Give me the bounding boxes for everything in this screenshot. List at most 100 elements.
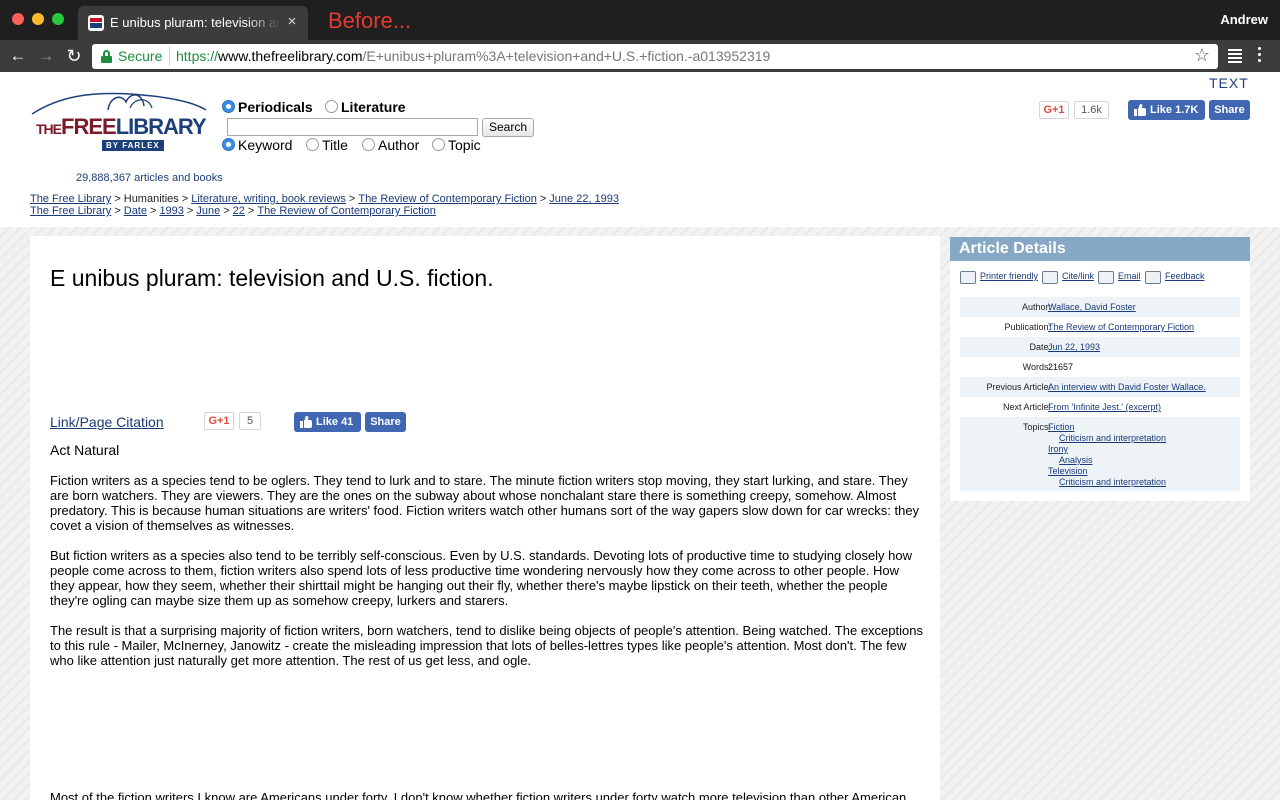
annotation-label: Before... bbox=[328, 8, 412, 33]
next-article-label: Next Article: bbox=[1002, 402, 1051, 412]
scope-literature-radio[interactable] bbox=[325, 100, 338, 113]
breadcrumb-link[interactable]: The Free Library bbox=[30, 193, 111, 205]
text-size-toggle[interactable]: TEXT bbox=[1209, 75, 1249, 91]
article-details-heading: Article Details bbox=[950, 237, 1250, 261]
breadcrumb-link[interactable]: Date bbox=[124, 205, 147, 217]
breadcrumb-link[interactable]: June bbox=[196, 205, 220, 217]
feedback-icon[interactable] bbox=[1145, 271, 1161, 284]
scope-periodicals-radio[interactable] bbox=[222, 100, 235, 113]
facebook-like-button[interactable]: Like 1.7K bbox=[1128, 100, 1205, 120]
scope-periodicals-label[interactable]: Periodicals bbox=[238, 99, 313, 115]
subtopic-link[interactable]: Criticism and interpretation bbox=[1059, 477, 1166, 487]
logo-wordmark: THEFREELIBRARY bbox=[36, 114, 207, 139]
url-protocol: https:// bbox=[176, 48, 219, 64]
date-link[interactable]: Jun 22, 1993 bbox=[1048, 342, 1100, 352]
browser-tab-bar: E unibus pluram: television and U.S. fic… bbox=[0, 0, 1280, 40]
bookmark-star-icon[interactable]: ☆ bbox=[1194, 45, 1210, 66]
citation-link[interactable]: Link/Page Citation bbox=[50, 414, 164, 430]
breadcrumb: The Free Library > Humanities > Literature, … bbox=[30, 193, 620, 205]
words-label: Words: bbox=[1022, 362, 1051, 372]
browser-tab[interactable]: E unibus pluram: television and U.S. fic… bbox=[78, 6, 308, 40]
field-title-radio[interactable] bbox=[306, 138, 319, 151]
url-path: /E+unibus+pluram%3A+television+and+U.S.+… bbox=[362, 48, 771, 64]
facebook-share-button[interactable]: Share bbox=[1209, 100, 1250, 120]
address-bar[interactable]: Secure https://www.thefreelibrary.com/E+… bbox=[92, 44, 1218, 69]
field-keyword-label[interactable]: Keyword bbox=[238, 137, 292, 153]
field-keyword-radio[interactable] bbox=[222, 138, 235, 151]
site-logo[interactable]: THEFREELIBRARY BY FARLEX 29,888,367 arti… bbox=[30, 88, 223, 184]
search-input[interactable] bbox=[227, 118, 478, 136]
printer-icon[interactable] bbox=[960, 271, 976, 284]
section-heading: Act Natural bbox=[50, 442, 120, 458]
browser-toolbar: ← → ↻ Secure https://www.thefreelibrary.… bbox=[0, 40, 1280, 72]
detail-row-previous: Previous Article: An interview with Davi… bbox=[960, 377, 1240, 397]
breadcrumb-link[interactable]: 1993 bbox=[159, 205, 183, 217]
publication-label: Publication: bbox=[1004, 322, 1051, 332]
topic-link[interactable]: Television bbox=[1048, 466, 1088, 476]
author-link[interactable]: Wallace, David Foster bbox=[1048, 302, 1136, 312]
email-icon[interactable] bbox=[1098, 271, 1114, 284]
url-divider bbox=[169, 47, 170, 66]
detail-row-next: Next Article: From 'Infinite Jest.' (exc… bbox=[960, 397, 1240, 417]
article-paragraph: But fiction writers as a species also te… bbox=[50, 548, 913, 608]
google-plus-button[interactable]: G+1 bbox=[204, 412, 234, 430]
tab-title: E unibus pluram: television and U.S. fic… bbox=[110, 15, 280, 30]
printer-friendly-link[interactable]: Printer friendly bbox=[980, 271, 1038, 281]
url-host: www.thefreelibrary.com bbox=[218, 48, 363, 64]
breadcrumb-link[interactable]: The Review of Contemporary Fiction bbox=[257, 205, 436, 217]
previous-article-link[interactable]: An interview with David Foster Wallace. bbox=[1048, 382, 1206, 392]
window-minimize-button[interactable] bbox=[32, 13, 44, 25]
url-text[interactable]: https://www.thefreelibrary.com/E+unibus+… bbox=[176, 48, 770, 64]
search-form: Periodicals Literature Search Keyword Ti… bbox=[222, 98, 552, 158]
field-topic-label[interactable]: Topic bbox=[448, 137, 481, 153]
topic-link[interactable]: Fiction bbox=[1048, 422, 1075, 432]
forward-arrow-icon[interactable]: → bbox=[34, 44, 58, 68]
web-page: THEFREELIBRARY BY FARLEX 29,888,367 arti… bbox=[0, 72, 1280, 800]
field-author-radio[interactable] bbox=[362, 138, 375, 151]
field-author-label[interactable]: Author bbox=[378, 137, 419, 153]
next-article-link[interactable]: From 'Infinite Jest.' (excerpt) bbox=[1048, 402, 1161, 412]
topic-link[interactable]: Irony bbox=[1048, 444, 1068, 454]
previous-article-label: Previous Article: bbox=[986, 382, 1051, 392]
article-title: E unibus pluram: television and U.S. fic… bbox=[50, 265, 494, 291]
breadcrumb-link[interactable]: Literature, writing, book reviews bbox=[191, 193, 346, 205]
favicon-icon bbox=[88, 15, 104, 31]
reload-icon[interactable]: ↻ bbox=[62, 44, 86, 68]
secure-label: Secure bbox=[118, 48, 163, 64]
window-maximize-button[interactable] bbox=[52, 13, 64, 25]
browser-menu-icon[interactable] bbox=[1256, 45, 1264, 65]
article-count: 29,888,367 articles and books bbox=[76, 172, 223, 184]
breadcrumb-link[interactable]: 22 bbox=[233, 205, 245, 217]
facebook-like-button[interactable]: Like 41 bbox=[294, 412, 361, 432]
subtopic-link[interactable]: Criticism and interpretation bbox=[1059, 433, 1166, 443]
scope-literature-label[interactable]: Literature bbox=[341, 99, 406, 115]
google-plus-count: 1.6k bbox=[1074, 101, 1109, 119]
article-paragraph: The result is that a surprising majority… bbox=[50, 623, 923, 668]
subtopic-link[interactable]: Analysis bbox=[1059, 455, 1093, 465]
tab-close-icon[interactable]: × bbox=[284, 14, 300, 30]
back-arrow-icon[interactable]: ← bbox=[6, 44, 30, 68]
breadcrumb-link[interactable]: June 22, 1993 bbox=[549, 193, 619, 205]
facebook-like-label: Like 1.7K bbox=[1150, 104, 1199, 116]
reader-mode-icon[interactable] bbox=[1227, 48, 1243, 64]
cite-link-icon[interactable] bbox=[1042, 271, 1058, 284]
word-count: 21657 bbox=[1048, 362, 1074, 372]
profile-name[interactable]: Andrew bbox=[1220, 12, 1268, 27]
search-button[interactable]: Search bbox=[482, 118, 534, 137]
breadcrumb-link[interactable]: The Free Library bbox=[30, 205, 111, 217]
thumbs-up-icon bbox=[300, 415, 312, 428]
breadcrumb-item: Humanities bbox=[123, 193, 179, 205]
thumbs-up-icon bbox=[1134, 103, 1146, 116]
email-link[interactable]: Email bbox=[1118, 271, 1141, 281]
feedback-link[interactable]: Feedback bbox=[1165, 271, 1205, 281]
field-title-label[interactable]: Title bbox=[322, 137, 348, 153]
facebook-share-button[interactable]: Share bbox=[365, 412, 406, 432]
google-plus-button[interactable]: G+1 bbox=[1039, 101, 1069, 119]
detail-row-date: Date: Jun 22, 1993 bbox=[960, 337, 1240, 357]
detail-row-publication: Publication: The Review of Contemporary … bbox=[960, 317, 1240, 337]
cite-link-link[interactable]: Cite/link bbox=[1062, 271, 1094, 281]
window-close-button[interactable] bbox=[12, 13, 24, 25]
breadcrumb-link[interactable]: The Review of Contemporary Fiction bbox=[358, 193, 537, 205]
field-topic-radio[interactable] bbox=[432, 138, 445, 151]
publication-link[interactable]: The Review of Contemporary Fiction bbox=[1048, 322, 1194, 332]
